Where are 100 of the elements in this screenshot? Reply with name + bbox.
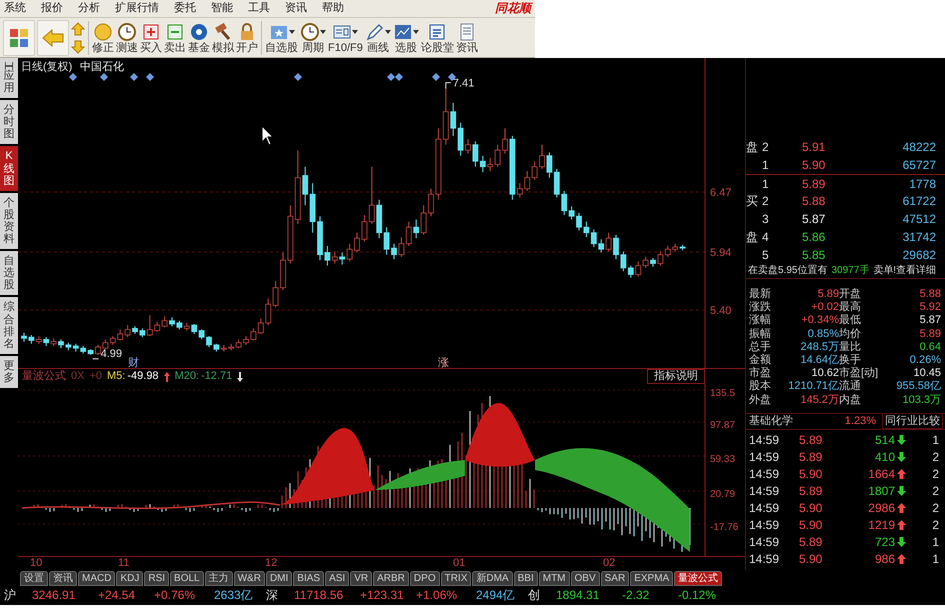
- tick-count: 2: [931, 482, 939, 500]
- tick-volume: 410: [874, 448, 895, 466]
- side-tab[interactable]: 更多: [0, 356, 18, 388]
- toolbar-button[interactable]: 卖出: [164, 22, 186, 54]
- notice-volume: 30977手: [831, 264, 870, 278]
- indicator-tab[interactable]: TRIX: [440, 570, 472, 586]
- stat-label: 最低: [839, 314, 862, 328]
- indicator-tab[interactable]: SAR: [600, 570, 630, 586]
- tick-volume: 1219: [867, 516, 895, 534]
- candle: [539, 144, 545, 170]
- menu-item[interactable]: 系统: [4, 0, 26, 17]
- indicator-tab[interactable]: BBI: [514, 570, 538, 586]
- indicator-tab[interactable]: VR: [350, 570, 372, 586]
- indicator-tab[interactable]: BOLL: [170, 570, 204, 586]
- stat-value: 955.58亿: [895, 380, 941, 394]
- indicator-tab[interactable]: 新DMA: [472, 570, 513, 586]
- toolbar-button[interactable]: 画线: [364, 22, 391, 54]
- down-button[interactable]: [71, 40, 85, 54]
- stat-label: 涨跌: [749, 301, 772, 314]
- notice-text: 在卖盘5.95位置有: [748, 264, 828, 278]
- order-level: 2: [762, 139, 770, 156]
- indicator-tab[interactable]: ASI: [325, 570, 350, 586]
- toolbar-button[interactable]: 修正: [92, 22, 114, 54]
- toolbar-button[interactable]: 测速: [116, 22, 138, 54]
- diamond-marker: [146, 73, 154, 81]
- order-price: 5.88: [802, 193, 826, 210]
- side-tab[interactable]: 综合排名: [0, 297, 18, 354]
- candle: [613, 234, 619, 260]
- tick-price: 5.90: [799, 550, 824, 568]
- stat-label: 振幅: [749, 328, 772, 341]
- high-price-label: 7.41: [452, 78, 474, 90]
- toolbar-button[interactable]: 自选股: [265, 22, 298, 54]
- indicator-tab[interactable]: 主力: [204, 570, 233, 586]
- side-tab[interactable]: 自选股: [0, 251, 18, 296]
- indicator-tab[interactable]: OBV: [570, 570, 600, 586]
- plus-square-icon: [141, 22, 161, 42]
- stat-value: 5.87: [918, 314, 941, 328]
- side-tab[interactable]: 应用: [0, 58, 18, 98]
- menu-item[interactable]: 智能: [211, 0, 233, 17]
- indicator-help-button[interactable]: 指标说明: [647, 369, 705, 384]
- toolbar-button[interactable]: F10/F9: [328, 22, 363, 54]
- back-button[interactable]: [37, 20, 69, 56]
- indicator-name: 量波公式: [22, 369, 66, 384]
- toolbar-button[interactable]: 模拟: [212, 22, 234, 54]
- menu-item[interactable]: 帮助: [322, 0, 344, 17]
- indicator-tab[interactable]: 设置: [20, 570, 48, 586]
- menu-item[interactable]: 扩展行情: [115, 0, 159, 17]
- order-volume: 48222: [902, 139, 936, 156]
- menu-item[interactable]: 工具: [248, 0, 270, 17]
- indicator-tab[interactable]: DPO: [410, 570, 440, 586]
- toolbar-button[interactable]: 选股: [392, 22, 419, 54]
- toolbar-button[interactable]: 基金: [188, 22, 210, 54]
- compare-button[interactable]: 同行业比较: [882, 413, 943, 430]
- indicator-tab[interactable]: RSI: [144, 570, 170, 586]
- up-button[interactable]: [71, 22, 85, 36]
- stat-label: 外盘: [749, 394, 772, 407]
- toolbar-button[interactable]: 论股堂: [420, 22, 454, 54]
- order-price: 5.85: [802, 247, 826, 264]
- stat-label: 均价: [839, 328, 862, 341]
- stat-value: 0.26%: [908, 354, 941, 368]
- color-grid-button[interactable]: [3, 20, 35, 56]
- indicator-tab[interactable]: KDJ: [116, 570, 144, 586]
- candle: [58, 338, 64, 349]
- tick-volume: 2986: [867, 500, 895, 517]
- indicator-axis-label: 20.79: [710, 489, 736, 500]
- stat-value: +0.34%: [800, 314, 839, 328]
- indicator-tab[interactable]: BIAS: [293, 570, 324, 586]
- tick-volume: 986: [874, 550, 895, 568]
- indicator-tab[interactable]: 资讯: [49, 570, 77, 586]
- menu-item[interactable]: 分析: [78, 0, 100, 17]
- indicator-tab[interactable]: MACD: [78, 570, 116, 586]
- stat-value: 14.64亿: [799, 354, 839, 368]
- side-tab[interactable]: K线图: [0, 146, 18, 191]
- toolbar-button[interactable]: 买入: [140, 22, 162, 54]
- indicator-tab[interactable]: ARBR: [373, 570, 409, 586]
- toolbar-button[interactable]: 周期: [300, 22, 326, 54]
- order-level: 3: [762, 211, 770, 228]
- tick-count: 2: [931, 448, 939, 466]
- indicator-tab[interactable]: MTM: [538, 570, 570, 586]
- toolbar-button[interactable]: 资讯: [456, 22, 478, 54]
- stat-label: 开盘: [839, 288, 862, 300]
- notice-link[interactable]: 卖单!查看详细: [873, 264, 936, 278]
- indicator-tab[interactable]: W&R: [234, 570, 265, 586]
- tick-volume: 1664: [867, 466, 895, 483]
- candle: [354, 232, 360, 253]
- minus-square-icon: [165, 22, 185, 42]
- order-level: 2: [762, 193, 770, 210]
- menu-item[interactable]: 委托: [174, 0, 196, 17]
- date-axis-label: 02: [603, 557, 616, 570]
- tick-time: 14:59: [749, 550, 780, 568]
- indicator-tab[interactable]: 量波公式: [674, 570, 722, 586]
- toolbar-button[interactable]: 开户: [236, 22, 258, 54]
- menu-item[interactable]: 资讯: [285, 0, 307, 17]
- candle: [502, 128, 508, 154]
- stat-value: 5.89: [918, 328, 941, 341]
- menu-item[interactable]: 报价: [41, 0, 63, 17]
- indicator-tab[interactable]: DMI: [266, 570, 292, 586]
- indicator-tab[interactable]: EXPMA: [630, 570, 674, 586]
- side-tab[interactable]: 个股资料: [0, 192, 18, 250]
- side-tab[interactable]: 分时图: [0, 100, 18, 144]
